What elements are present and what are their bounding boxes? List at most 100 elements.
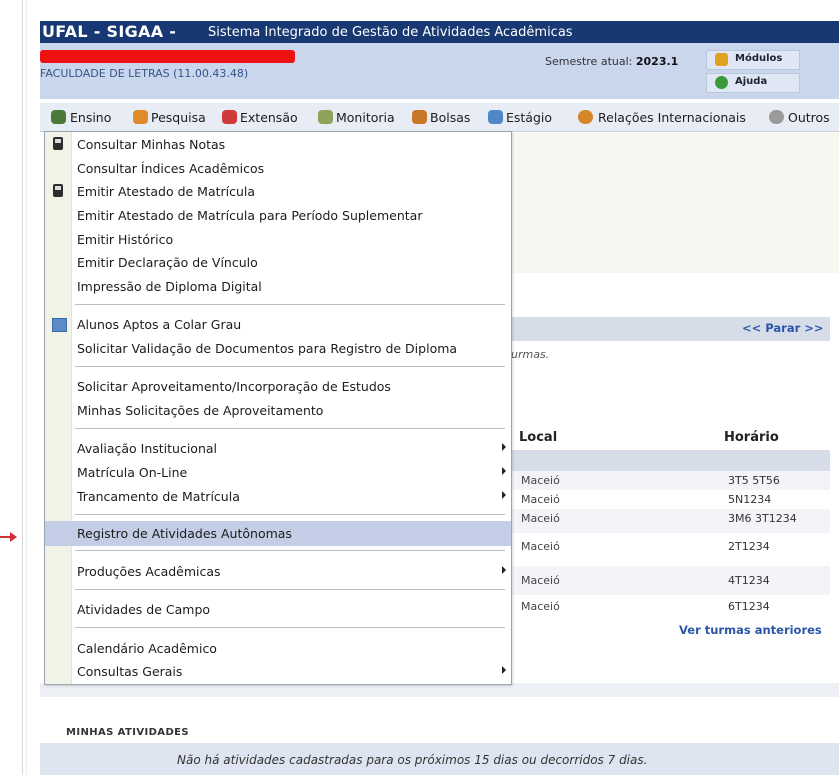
- col-horario-header: Horário: [724, 430, 779, 445]
- content-panel-bg: [510, 133, 839, 273]
- ensino-icon: [51, 110, 66, 124]
- top-header-bar: UFAL - SIGAA - Sistema Integrado de Gest…: [40, 21, 839, 43]
- menu-item-label: Emitir Atestado de Matrícula para Períod…: [77, 208, 423, 223]
- menu-item-label: Produções Acadêmicas: [77, 564, 221, 579]
- menu-item-trancamento-matricula[interactable]: Trancamento de Matrícula: [45, 485, 511, 507]
- parar-link[interactable]: << Parar >>: [742, 321, 824, 335]
- menu-item-minhas-solicitacoes[interactable]: Minhas Solicitações de Aproveitamento: [45, 399, 511, 421]
- menu-item-matricula-online[interactable]: Matrícula On-Line: [45, 461, 511, 483]
- list-icon: [52, 318, 67, 332]
- menu-item-atestado-suplementar[interactable]: Emitir Atestado de Matrícula para Períod…: [45, 204, 511, 226]
- table-row: Maceió 3T5 5T56: [510, 471, 830, 490]
- menu-item-solicitar-aproveitamento[interactable]: Solicitar Aproveitamento/Incorporação de…: [45, 375, 511, 397]
- menu-item-label: Registro de Atividades Autônomas: [77, 526, 292, 541]
- menu-item-producoes-academicas[interactable]: Produções Acadêmicas: [45, 560, 511, 582]
- atividades-empty-row: Não há atividades cadastradas para os pr…: [40, 743, 839, 775]
- redacted-user-name: [40, 50, 295, 63]
- table-row: Maceió 6T1234: [510, 595, 830, 619]
- menu-outros[interactable]: Outros: [788, 110, 830, 125]
- menu-ensino[interactable]: Ensino: [70, 110, 111, 125]
- menu-item-registro-atividades-autonomas[interactable]: Registro de Atividades Autônomas: [45, 521, 511, 546]
- menu-item-label: Consultar Minhas Notas: [77, 137, 226, 152]
- modulos-icon: [715, 53, 728, 66]
- menu-item-label: Consultas Gerais: [77, 664, 183, 679]
- menu-item-label: Solicitar Validação de Documentos para R…: [77, 341, 458, 356]
- menu-item-atividades-campo[interactable]: Atividades de Campo: [45, 598, 511, 620]
- outros-icon: [769, 110, 784, 124]
- menu-item-label: Calendário Acadêmico: [77, 641, 217, 656]
- semestre-value: 2023.1: [635, 55, 679, 68]
- atividades-empty-text: Não há atividades cadastradas para os pr…: [177, 753, 648, 767]
- extensao-icon: [222, 110, 237, 124]
- monitoria-icon: [318, 110, 333, 124]
- row-horario: 3M6 3T1234: [728, 512, 797, 525]
- row-local: Maceió: [521, 493, 560, 506]
- menu-separator: [75, 304, 505, 305]
- modulos-button[interactable]: Módulos: [706, 50, 800, 70]
- table-row: Maceió 3M6 3T1234: [510, 509, 830, 533]
- ensino-dropdown-menu: Consultar Minhas Notas Consultar Índices…: [44, 131, 512, 685]
- submenu-arrow-icon: [502, 666, 506, 674]
- pesquisa-icon: [133, 110, 148, 124]
- row-horario: 5N1234: [728, 493, 772, 506]
- menu-monitoria[interactable]: Monitoria: [336, 110, 395, 125]
- menu-item-label: Emitir Declaração de Vínculo: [77, 255, 258, 270]
- turmas-subheader: [510, 450, 830, 471]
- ver-turmas-anteriores-link[interactable]: Ver turmas anteriores: [679, 623, 822, 637]
- menu-item-consultar-indices[interactable]: Consultar Índices Acadêmicos: [45, 157, 511, 179]
- ajuda-button[interactable]: Ajuda: [706, 73, 800, 93]
- menu-item-label: Consultar Índices Acadêmicos: [77, 161, 265, 176]
- menu-item-avaliacao-institucional[interactable]: Avaliação Institucional: [45, 437, 511, 459]
- menu-item-label: Minhas Solicitações de Aproveitamento: [77, 403, 324, 418]
- menu-relacoes-internacionais[interactable]: Relações Internacionais: [598, 110, 746, 125]
- menu-item-consultas-gerais[interactable]: Consultas Gerais: [45, 660, 511, 682]
- row-horario: 6T1234: [728, 600, 770, 613]
- menu-item-calendario-academico[interactable]: Calendário Acadêmico: [45, 637, 511, 659]
- submenu-arrow-icon: [502, 566, 506, 574]
- menu-separator: [75, 428, 505, 429]
- estagio-icon: [488, 110, 503, 124]
- menu-estagio[interactable]: Estágio: [506, 110, 552, 125]
- menu-item-label: Alunos Aptos a Colar Grau: [77, 317, 242, 332]
- row-horario: 3T5 5T56: [728, 474, 780, 487]
- menu-separator: [75, 550, 505, 551]
- menu-item-validacao-documentos[interactable]: Solicitar Validação de Documentos para R…: [45, 337, 511, 359]
- menu-item-aptos-colar-grau[interactable]: Alunos Aptos a Colar Grau: [45, 313, 511, 335]
- menu-item-diploma-digital[interactable]: Impressão de Diploma Digital: [45, 275, 511, 297]
- turmas-text: urmas.: [511, 348, 550, 361]
- menu-extensao[interactable]: Extensão: [240, 110, 298, 125]
- row-horario: 4T1234: [728, 574, 770, 587]
- menu-separator: [75, 514, 505, 515]
- semestre-label: Semestre atual:: [545, 55, 633, 68]
- menu-item-label: Impressão de Diploma Digital: [77, 279, 262, 294]
- row-horario: 2T1234: [728, 540, 770, 553]
- main-menubar: Ensino Pesquisa Extensão Monitoria Bolsa…: [40, 103, 839, 132]
- row-local: Maceió: [521, 574, 560, 587]
- menu-bolsas[interactable]: Bolsas: [430, 110, 470, 125]
- row-local: Maceió: [521, 474, 560, 487]
- menu-separator: [75, 627, 505, 628]
- menu-item-emitir-historico[interactable]: Emitir Histórico: [45, 228, 511, 250]
- section-divider: [40, 683, 839, 697]
- menu-item-label: Emitir Histórico: [77, 232, 174, 247]
- left-guide-line-2: [26, 0, 27, 775]
- menu-separator: [75, 366, 505, 367]
- pointer-arrow-icon: [10, 532, 17, 542]
- menu-item-label: Atividades de Campo: [77, 602, 211, 617]
- table-row: Maceió 2T1234: [510, 533, 830, 566]
- menu-pesquisa[interactable]: Pesquisa: [151, 110, 206, 125]
- submenu-arrow-icon: [502, 467, 506, 475]
- calculator-icon: [53, 137, 63, 150]
- table-row: Maceió 5N1234: [510, 490, 830, 509]
- system-name: Sistema Integrado de Gestão de Atividade…: [208, 25, 573, 40]
- menu-item-atestado-matricula[interactable]: Emitir Atestado de Matrícula: [45, 180, 511, 202]
- faculdade-label: FACULDADE DE LETRAS (11.00.43.48): [40, 67, 249, 80]
- minhas-atividades-title: Minhas atividades: [66, 727, 189, 738]
- menu-item-consultar-notas[interactable]: Consultar Minhas Notas: [45, 133, 511, 155]
- left-guide-line: [22, 0, 23, 775]
- menu-item-label: Avaliação Institucional: [77, 441, 218, 456]
- row-local: Maceió: [521, 600, 560, 613]
- menu-item-declaracao-vinculo[interactable]: Emitir Declaração de Vínculo: [45, 251, 511, 273]
- bolsas-icon: [412, 110, 427, 124]
- table-row: Maceió 4T1234: [510, 566, 830, 595]
